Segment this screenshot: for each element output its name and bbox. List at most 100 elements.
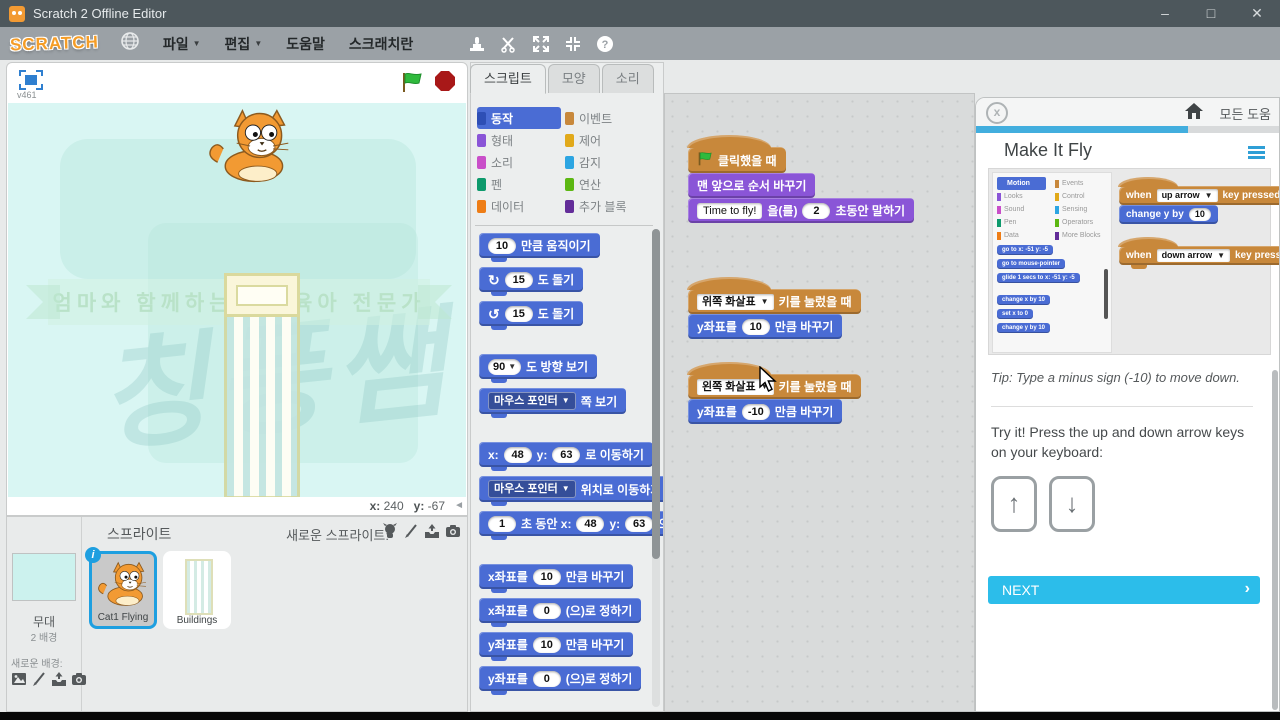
hat-block[interactable]: 위쪽 화살표 ▼ 키를 눌렀을 때 — [687, 277, 861, 318]
number-input[interactable]: 10 — [532, 636, 561, 653]
stack-block[interactable]: change y by 10 — [1119, 205, 1218, 224]
number-input[interactable]: 0 — [532, 670, 561, 687]
sprite-tile-cat1-flying[interactable]: i Cat1 Flying — [85, 547, 157, 629]
close-button[interactable]: ✕ — [1234, 0, 1280, 27]
category-소리[interactable]: 소리 — [477, 151, 565, 173]
stack-block[interactable]: ↻ 15 도 돌기 — [479, 267, 584, 296]
tab-스크립트[interactable]: 스크립트 — [470, 64, 546, 94]
script-stack[interactable]: 위쪽 화살표 ▼ 키를 눌렀을 때 y좌표를 10 만큼 바꾸기 — [687, 277, 861, 339]
stack-block[interactable]: y좌표를 10 만큼 바꾸기 — [688, 314, 843, 339]
hamburger-menu-icon[interactable] — [1248, 146, 1265, 161]
minimize-button[interactable]: – — [1142, 0, 1188, 27]
tutorial-title: Make It Fly — [1004, 140, 1093, 160]
tab-소리[interactable]: 소리 — [601, 64, 654, 93]
cat-sprite-on-stage[interactable] — [204, 103, 300, 194]
stack-block[interactable]: ↺ 15 도 돌기 — [479, 301, 584, 330]
fullscreen-icon[interactable] — [19, 70, 43, 90]
stack-block[interactable]: y좌표를 10 만큼 바꾸기 — [479, 632, 634, 661]
brush-icon[interactable] — [31, 671, 47, 692]
stack-block[interactable]: 맨 앞으로 순서 바꾸기 — [688, 173, 816, 202]
stack-block[interactable]: x좌표를 10 만큼 바꾸기 — [479, 564, 634, 593]
number-input[interactable]: 63 — [625, 515, 654, 532]
brush-icon[interactable] — [403, 523, 419, 544]
category-동작[interactable]: 동작 — [477, 107, 561, 129]
menu-스크래치란[interactable]: 스크래치란 — [349, 34, 413, 54]
number-input[interactable]: 15 — [504, 271, 533, 288]
stamp-icon[interactable] — [468, 35, 486, 53]
buildings-sprite-on-stage[interactable] — [224, 273, 300, 497]
number-input[interactable]: -10 — [741, 403, 770, 420]
number-input[interactable]: 10 — [532, 568, 561, 585]
all-tips-label[interactable]: 모든 도움 — [1220, 104, 1271, 123]
stack-block[interactable]: 90 ▼ 도 방향 보기 — [479, 354, 598, 383]
home-icon[interactable] — [1185, 103, 1203, 124]
stage-thumbnail[interactable] — [12, 553, 76, 601]
dropdown[interactable]: 마우스 포인터 ▼ — [488, 480, 576, 498]
dropdown[interactable]: down arrow ▼ — [1156, 249, 1230, 262]
collapse-arrow-icon[interactable]: ◄ — [454, 500, 464, 511]
number-input[interactable]: 15 — [504, 305, 533, 322]
tips-close-icon[interactable]: x — [986, 102, 1008, 124]
category-제어[interactable]: 제어 — [565, 129, 659, 151]
language-globe-icon[interactable] — [121, 32, 139, 55]
category-데이터[interactable]: 데이터 — [477, 195, 565, 217]
hat-block[interactable]: 클릭했을 때 — [687, 135, 786, 177]
upload-icon[interactable] — [424, 523, 440, 544]
category-펜[interactable]: 펜 — [477, 173, 565, 195]
image-icon[interactable] — [11, 671, 27, 692]
stack-block[interactable]: Time to fly! 을(를) 2 초동안 말하기 — [688, 198, 915, 223]
tips-scrollbar[interactable] — [1272, 370, 1278, 710]
next-button[interactable]: NEXT › — [988, 576, 1260, 604]
dropdown[interactable]: up arrow ▼ — [1156, 189, 1218, 202]
hat-block[interactable]: when down arrow▼ key pressed — [1118, 237, 1279, 269]
number-input[interactable]: 10 — [1188, 208, 1211, 221]
number-input[interactable]: 10 — [488, 237, 516, 254]
text-input[interactable]: Time to fly! — [697, 202, 763, 219]
tutorial-progress-bar — [976, 126, 1279, 133]
stack-block[interactable]: 마우스 포인터 ▼ 쪽 보기 — [479, 388, 627, 418]
number-dropdown[interactable]: 90 ▼ — [488, 358, 522, 375]
category-형태[interactable]: 형태 — [477, 129, 565, 151]
hat-block[interactable]: when up arrow ▼ key pressed — [1117, 177, 1279, 209]
maximize-button[interactable]: □ — [1188, 0, 1234, 27]
stack-block[interactable]: 1초 동안 x:48y:63으로 움직이기 — [479, 511, 663, 540]
stack-block[interactable]: 10 만큼 움직이기 — [479, 233, 600, 262]
dropdown[interactable]: 위쪽 화살표 ▼ — [697, 293, 774, 310]
stop-icon[interactable] — [435, 71, 455, 91]
stage-canvas[interactable]: 칭풍쌤 엄마와 함께하는 코딩육아 전문가 — [8, 103, 466, 497]
grow-icon[interactable] — [532, 35, 550, 53]
shrink-icon[interactable] — [564, 35, 582, 53]
help-icon[interactable]: ? — [596, 35, 614, 53]
green-flag-icon[interactable] — [401, 71, 423, 98]
scratch-logo[interactable]: SCRATCH — [10, 32, 100, 55]
number-input[interactable]: 1 — [488, 515, 516, 532]
stack-block[interactable]: y좌표를 -10 만큼 바꾸기 — [688, 399, 843, 424]
sprite-tile-buildings[interactable]: Buildings — [163, 551, 231, 629]
upload-icon[interactable] — [51, 671, 67, 692]
category-감지[interactable]: 감지 — [565, 151, 659, 173]
number-input[interactable]: 48 — [503, 446, 532, 463]
palette-scrollbar[interactable] — [652, 229, 660, 707]
script-stack[interactable]: 클릭했을 때맨 앞으로 순서 바꾸기 Time to fly! 을(를) 2 초동안 말… — [687, 135, 915, 223]
menu-편집[interactable]: 편집 ▼ — [225, 34, 263, 54]
menu-도움말[interactable]: 도움말 — [286, 34, 325, 54]
number-input[interactable]: 63 — [552, 446, 581, 463]
stack-block[interactable]: x: 48 y: 63 로 이동하기 — [479, 442, 653, 471]
number-input[interactable]: 2 — [802, 202, 831, 219]
camera-icon[interactable] — [445, 523, 461, 544]
category-연산[interactable]: 연산 — [565, 173, 659, 195]
scissors-icon[interactable] — [500, 35, 518, 53]
library-icon[interactable] — [382, 523, 398, 544]
category-추가 블록[interactable]: 추가 블록 — [565, 195, 659, 217]
number-input[interactable]: 48 — [576, 515, 605, 532]
stack-block[interactable]: 마우스 포인터 ▼ 위치로 이동하기 — [479, 476, 663, 506]
dropdown[interactable]: 마우스 포인터 ▼ — [488, 392, 576, 410]
menu-파일[interactable]: 파일 ▼ — [163, 34, 201, 54]
number-input[interactable]: 10 — [741, 318, 770, 335]
stage-selector[interactable]: 무대 2 배경 새로운 배경: — [7, 517, 86, 711]
stack-block[interactable]: y좌표를 0 (으)로 정하기 — [479, 666, 642, 695]
category-이벤트[interactable]: 이벤트 — [565, 107, 659, 129]
number-input[interactable]: 0 — [532, 602, 561, 619]
stack-block[interactable]: x좌표를 0 (으)로 정하기 — [479, 598, 642, 627]
tab-모양[interactable]: 모양 — [547, 64, 600, 93]
